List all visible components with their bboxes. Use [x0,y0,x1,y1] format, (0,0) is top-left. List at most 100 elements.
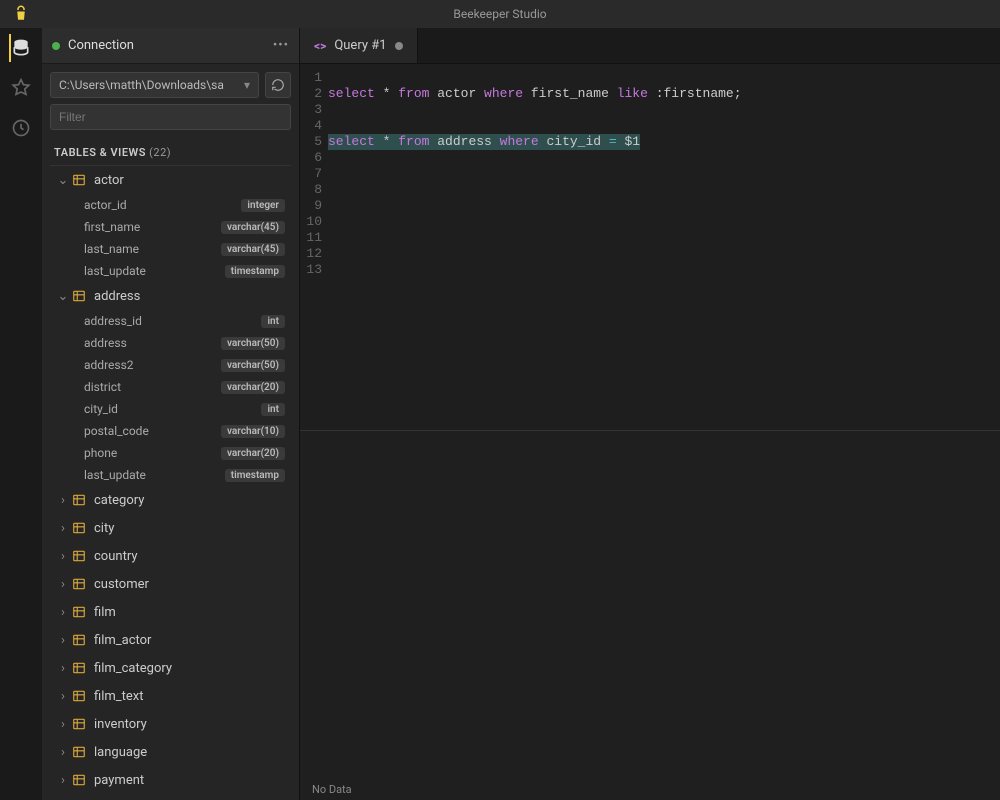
column-row[interactable]: districtvarchar(20) [50,376,291,398]
column-name: first_name [84,220,221,234]
column-type-badge: int [261,403,285,416]
column-row[interactable]: last_updatetimestamp [50,260,291,282]
caret-down-icon: ▾ [244,78,250,92]
table-row[interactable]: ›payment [50,766,291,794]
column-name: last_name [84,242,221,256]
column-name: actor_id [84,198,241,212]
column-row[interactable]: actor_idinteger [50,194,291,216]
column-name: last_update [84,468,225,482]
column-type-badge: timestamp [225,265,285,278]
column-row[interactable]: last_updatetimestamp [50,464,291,486]
table-row[interactable]: › city [50,514,291,542]
column-name: address [84,336,221,350]
table-icon [72,577,88,591]
table-icon [72,689,88,703]
refresh-button[interactable] [265,72,291,98]
table-icon [72,717,88,731]
column-name: address2 [84,358,221,372]
connection-status-dot [52,42,60,50]
column-row[interactable]: addressvarchar(50) [50,332,291,354]
table-name: film [94,605,116,620]
column-type-badge: int [261,315,285,328]
tab-dirty-indicator [395,42,403,50]
column-type-badge: varchar(10) [221,425,285,438]
table-icon [72,605,88,619]
tab-query-1[interactable]: <> Query #1 [300,28,418,63]
connection-tab[interactable]: Connection ••• [42,28,299,64]
connection-label: Connection [68,38,273,53]
chevron-icon: › [56,521,70,536]
column-name: address_id [84,314,261,328]
table-name: country [94,549,138,564]
table-icon [72,549,88,563]
database-path-text: C:\Users\matth\Downloads\sa [59,78,224,92]
table-row[interactable]: ⌄address [50,282,291,310]
code-icon: <> [314,39,326,53]
chevron-icon: › [56,605,70,620]
database-path-select[interactable]: C:\Users\matth\Downloads\sa ▾ [50,72,259,98]
table-row[interactable]: › customer [50,570,291,598]
table-icon [72,745,88,759]
sql-editor[interactable]: 12345678910111213 select * from actor wh… [300,64,1000,430]
activity-database-icon[interactable] [9,36,33,60]
activity-history-icon[interactable] [9,116,33,140]
column-type-badge: timestamp [225,469,285,482]
table-name: inventory [94,717,147,732]
column-type-badge: varchar(20) [221,447,285,460]
tables-tree[interactable]: ⌄actoractor_idintegerfirst_namevarchar(4… [50,166,291,800]
titlebar: Beekeeper Studio [0,0,1000,28]
table-name: film_text [94,689,143,704]
column-type-badge: varchar(50) [221,337,285,350]
table-name: payment [94,773,144,788]
results-panel: No Data [300,430,1000,800]
column-type-badge: varchar(45) [221,221,285,234]
table-row[interactable]: ›film_actor [50,626,291,654]
column-row[interactable]: phonevarchar(20) [50,442,291,464]
table-row[interactable]: › film_text [50,682,291,710]
filter-input[interactable] [50,104,291,130]
table-name: language [94,745,147,760]
column-type-badge: varchar(45) [221,243,285,256]
table-name: actor [94,173,124,188]
activity-star-icon[interactable] [9,76,33,100]
table-row[interactable]: ›country [50,542,291,570]
column-row[interactable]: address_idint [50,310,291,332]
editor-tabs: <> Query #1 [300,28,1000,64]
chevron-icon: › [56,493,70,508]
table-row[interactable]: ›language [50,738,291,766]
chevron-icon: › [56,633,70,648]
column-name: postal_code [84,424,221,438]
table-icon [72,173,88,187]
chevron-icon: ⌄ [56,173,70,188]
column-row[interactable]: postal_codevarchar(10) [50,420,291,442]
table-name: address [94,289,140,304]
column-row[interactable]: city_idint [50,398,291,420]
column-row[interactable]: address2varchar(50) [50,354,291,376]
chevron-icon: › [56,689,70,704]
table-row[interactable]: ›inventory [50,710,291,738]
column-row[interactable]: first_namevarchar(45) [50,216,291,238]
connection-more-icon[interactable]: ••• [273,38,289,53]
column-name: city_id [84,402,261,416]
table-name: film_category [94,661,172,676]
table-row[interactable]: ⌄ actor [50,166,291,194]
column-type-badge: varchar(20) [221,381,285,394]
app-title: Beekeeper Studio [453,7,546,21]
table-icon [72,661,88,675]
results-status: No Data [300,778,1000,800]
table-name: customer [94,577,149,592]
column-name: phone [84,446,221,460]
table-name: city [94,521,114,536]
table-name: category [94,493,144,508]
table-icon [72,493,88,507]
chevron-icon: › [56,577,70,592]
code-area[interactable]: select * from actor where first_name lik… [328,70,1000,430]
table-row[interactable]: ›film_category [50,654,291,682]
column-row[interactable]: last_namevarchar(45) [50,238,291,260]
table-row[interactable]: › category [50,486,291,514]
table-icon [72,521,88,535]
table-row[interactable]: › film [50,598,291,626]
column-type-badge: integer [241,199,285,212]
tab-label: Query #1 [334,38,386,53]
column-name: last_update [84,264,225,278]
